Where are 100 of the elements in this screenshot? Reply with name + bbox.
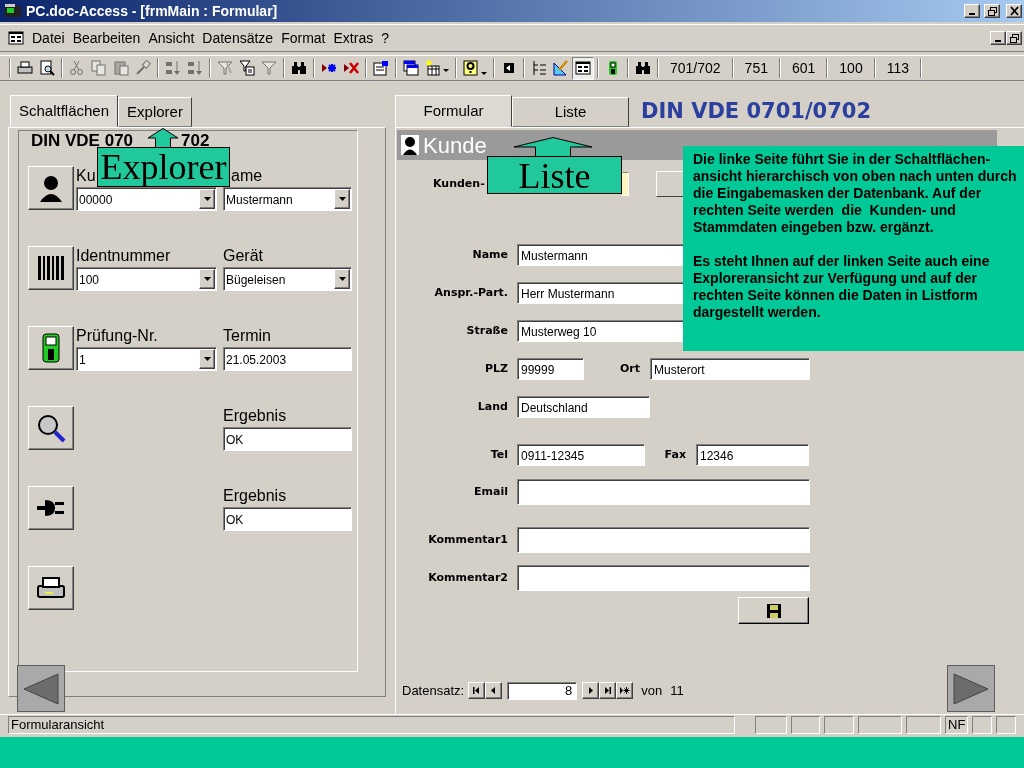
icon-button[interactable] <box>28 406 74 450</box>
menu-item[interactable]: Extras <box>329 27 378 49</box>
dropdown-button[interactable] <box>199 269 215 289</box>
print-preview-icon <box>39 60 55 76</box>
properties-icon <box>373 60 389 76</box>
note-text: Es steht Ihnen auf der linken Seite auch eine Exploreransicht zur Verfügung und auf der rechten Seite können die Daten in Listform dargestellt werden. <box>693 253 991 321</box>
toolbar-button[interactable]: 100 <box>831 56 871 80</box>
input-field[interactable]: Herr Mustermann <box>517 282 683 304</box>
tab[interactable]: Formular <box>395 95 512 127</box>
callout-tooltip: Explorer <box>97 147 230 187</box>
menu-item[interactable]: Format <box>277 27 330 49</box>
dropdown-button[interactable] <box>199 349 215 369</box>
combo-box[interactable]: Bügeleisen <box>223 267 352 291</box>
menu-item[interactable]: Datensätze <box>198 27 278 49</box>
app-icon <box>4 3 22 19</box>
tab[interactable]: Liste <box>512 97 629 127</box>
input-field[interactable]: Deutschland <box>517 396 650 418</box>
record-count: 11 <box>670 682 684 700</box>
toolbar-button[interactable]: 113 <box>878 56 917 80</box>
input-field[interactable]: OK <box>223 507 352 531</box>
sort-descending-icon <box>187 60 203 76</box>
input-field[interactable]: Musterort <box>650 358 810 380</box>
input-field[interactable]: 12346 <box>696 444 809 466</box>
scissors-icon <box>69 60 85 76</box>
menu-item[interactable]: Bearbeiten <box>68 27 145 49</box>
field-label: Identnummer <box>76 246 172 266</box>
last-record-button[interactable] <box>599 682 617 700</box>
field-label: Tel <box>489 446 508 463</box>
combo-box[interactable]: Mustermann <box>223 187 352 211</box>
dropdown-button[interactable] <box>334 269 350 289</box>
next-record-button[interactable] <box>582 682 600 700</box>
minimize-icon <box>995 40 1001 42</box>
status-panel <box>972 716 993 734</box>
minimize-button[interactable] <box>990 31 1006 45</box>
menu-item[interactable]: ? <box>377 27 393 49</box>
icon-button[interactable] <box>28 566 74 610</box>
form-icon <box>575 60 591 76</box>
field-label: Kunden- <box>432 175 486 192</box>
icon-button[interactable] <box>28 166 74 210</box>
database-window-icon <box>403 60 419 76</box>
filter-form-icon <box>239 60 255 76</box>
combo-box[interactable]: 1 <box>76 347 217 371</box>
toolbar-button[interactable] <box>572 56 594 80</box>
button[interactable] <box>656 171 684 197</box>
input-field[interactable] <box>622 172 629 196</box>
combo-box[interactable]: 00000 <box>76 187 217 211</box>
funnel-icon <box>261 60 277 76</box>
previous-page-button[interactable] <box>17 665 65 712</box>
menu-item[interactable]: Datei <box>28 27 69 49</box>
caret-icon <box>203 197 211 201</box>
caret-icon <box>203 357 211 361</box>
callout-arrow <box>147 128 179 148</box>
field-label: Straße <box>465 322 508 339</box>
back-icon <box>501 60 517 76</box>
caret-icon <box>338 277 346 281</box>
toolbar-button[interactable]: 601 <box>783 56 824 80</box>
input-field[interactable] <box>517 565 810 591</box>
input-field[interactable]: Musterweg 10 <box>517 320 683 342</box>
field-label: Gerät <box>223 246 264 266</box>
tab[interactable]: Schaltflächen <box>10 95 119 127</box>
input-field[interactable]: 21.05.2003 <box>223 347 352 371</box>
status-panel <box>996 716 1016 734</box>
restore-button[interactable] <box>984 4 1000 18</box>
combo-box[interactable]: 100 <box>76 267 217 291</box>
previous-record-button[interactable] <box>485 682 503 700</box>
next-page-button[interactable] <box>947 665 995 712</box>
field-label: PLZ <box>483 360 508 377</box>
delete-record-icon <box>343 60 359 76</box>
field-label: Kommentar1 <box>427 531 508 548</box>
callout-tooltip: Liste <box>487 156 622 194</box>
form-icon <box>8 30 24 46</box>
status-indicator: NF <box>945 716 969 734</box>
close-button[interactable] <box>1006 4 1022 18</box>
dropdown-button[interactable] <box>334 189 350 209</box>
icon-button[interactable] <box>28 486 74 530</box>
input-field[interactable]: 99999 <box>517 358 584 380</box>
first-record-button[interactable] <box>468 682 486 700</box>
input-field[interactable]: OK <box>223 427 352 451</box>
last-icon <box>602 686 613 696</box>
status-panel <box>857 716 903 734</box>
dropdown-button[interactable] <box>199 189 215 209</box>
record-number-field[interactable]: 8 <box>507 681 578 700</box>
field-label: Land <box>476 398 508 415</box>
save-button[interactable] <box>738 597 809 624</box>
field-label: ame <box>230 166 263 186</box>
person-icon <box>401 135 419 155</box>
toolbar-button[interactable]: 701/702 <box>662 56 729 80</box>
icon-button[interactable] <box>28 326 74 370</box>
menu-item[interactable]: Ansicht <box>144 27 199 49</box>
input-field[interactable]: 0911-12345 <box>517 444 645 466</box>
input-field[interactable]: Mustermann <box>517 244 683 266</box>
input-field[interactable] <box>517 527 810 553</box>
input-field[interactable] <box>517 479 810 505</box>
field-label: Prüfung-Nr. <box>76 326 159 346</box>
new-record-button[interactable] <box>616 682 634 700</box>
toolbar-button[interactable]: 751 <box>736 56 776 80</box>
minimize-button[interactable] <box>964 4 980 18</box>
tab[interactable]: Explorer <box>118 97 192 127</box>
icon-button[interactable] <box>28 246 74 290</box>
restore-button[interactable] <box>1006 31 1022 45</box>
